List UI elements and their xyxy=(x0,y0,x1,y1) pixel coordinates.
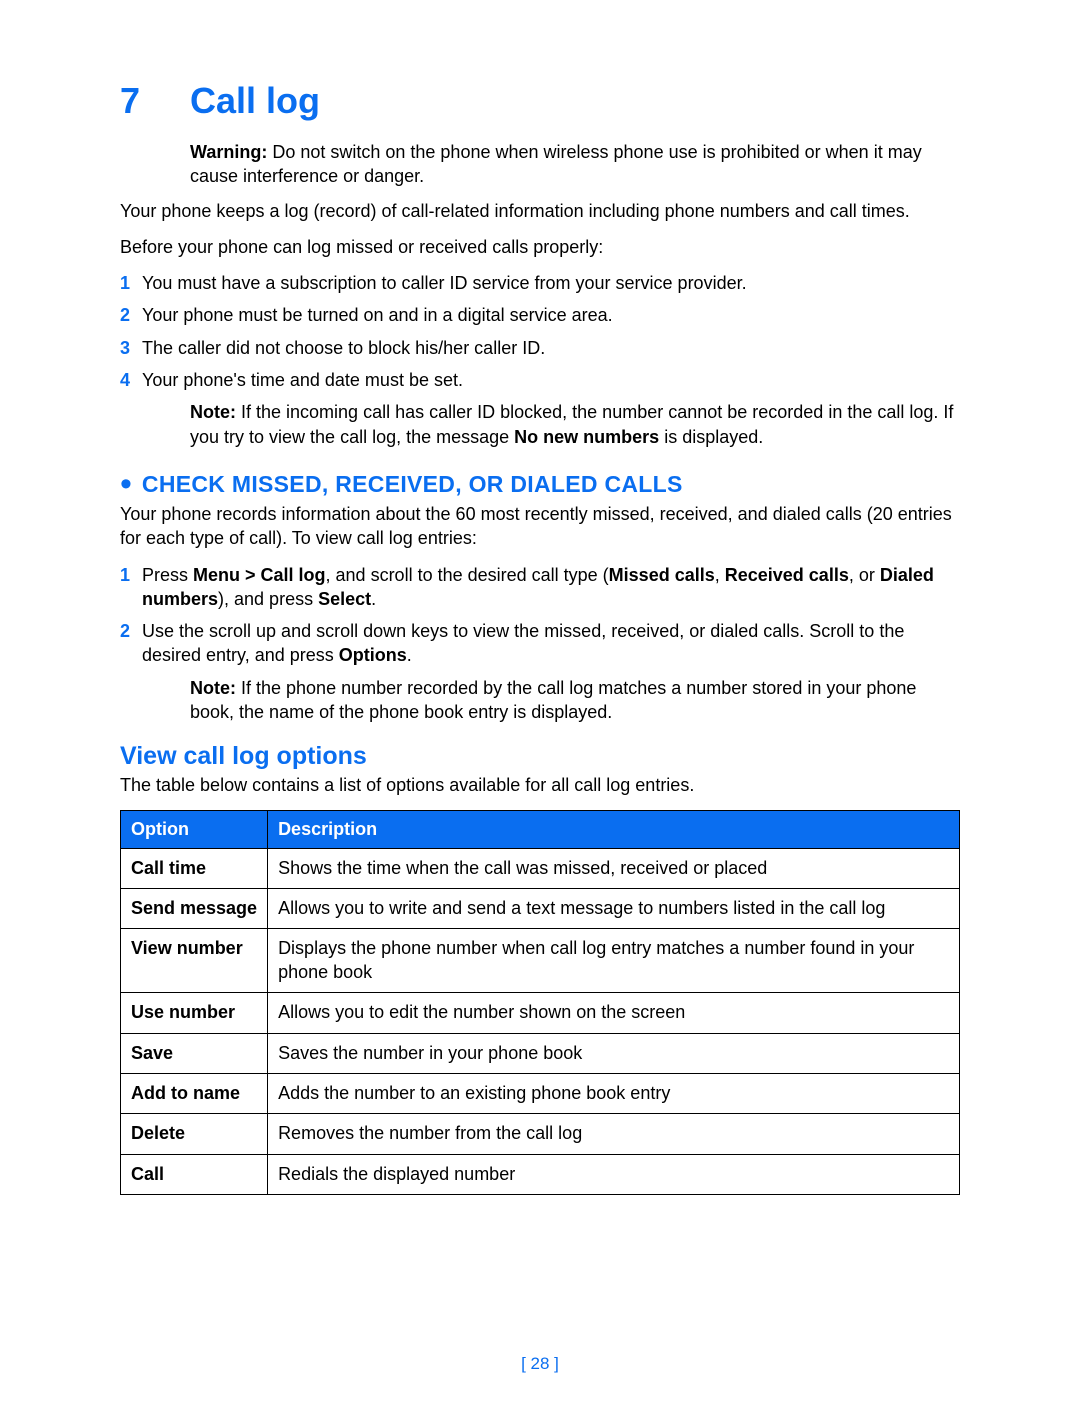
item-number: 2 xyxy=(120,303,142,327)
intro-paragraph-1: Your phone keeps a log (record) of call-… xyxy=(120,199,960,223)
table-header-description: Description xyxy=(268,810,960,848)
table-header-row: Option Description xyxy=(121,810,960,848)
steps-list: 1 Press Menu > Call log, and scroll to t… xyxy=(120,563,960,668)
prerequisites-list: 1You must have a subscription to caller … xyxy=(120,271,960,392)
item-text: Your phone's time and date must be set. xyxy=(142,368,463,392)
list-item: 3The caller did not choose to block his/… xyxy=(120,336,960,360)
item-text: Your phone must be turned on and in a di… xyxy=(142,303,613,327)
list-item: 1 Press Menu > Call log, and scroll to t… xyxy=(120,563,960,612)
warning-text: Do not switch on the phone when wireless… xyxy=(190,142,922,186)
item-text: The caller did not choose to block his/h… xyxy=(142,336,545,360)
option-description: Shows the time when the call was missed,… xyxy=(268,848,960,888)
item-number: 3 xyxy=(120,336,142,360)
section-title: CHECK MISSED, RECEIVED, OR DIALED CALLS xyxy=(142,471,683,498)
page-number: [ 28 ] xyxy=(0,1354,1080,1374)
note-label: Note: xyxy=(190,402,236,422)
item-number: 2 xyxy=(120,619,142,668)
item-text: Use the scroll up and scroll down keys t… xyxy=(142,619,960,668)
list-item: 2 Use the scroll up and scroll down keys… xyxy=(120,619,960,668)
intro-paragraph-2: Before your phone can log missed or rece… xyxy=(120,235,960,259)
note-label: Note: xyxy=(190,678,236,698)
option-name: Add to name xyxy=(121,1073,268,1113)
chapter-number: 7 xyxy=(120,80,190,122)
chapter-title: Call log xyxy=(190,80,320,122)
option-name: Use number xyxy=(121,993,268,1033)
item-text: You must have a subscription to caller I… xyxy=(142,271,747,295)
option-description: Saves the number in your phone book xyxy=(268,1033,960,1073)
note-bold-term: No new numbers xyxy=(514,427,659,447)
option-name: Delete xyxy=(121,1114,268,1154)
table-row: View numberDisplays the phone number whe… xyxy=(121,929,960,993)
note-text: If the phone number recorded by the call… xyxy=(190,678,916,722)
option-name: Call time xyxy=(121,848,268,888)
table-header-option: Option xyxy=(121,810,268,848)
option-description: Removes the number from the call log xyxy=(268,1114,960,1154)
option-description: Adds the number to an existing phone boo… xyxy=(268,1073,960,1113)
list-item: 1You must have a subscription to caller … xyxy=(120,271,960,295)
item-number: 1 xyxy=(120,271,142,295)
option-name: Save xyxy=(121,1033,268,1073)
option-name: Send message xyxy=(121,889,268,929)
list-item: 2Your phone must be turned on and in a d… xyxy=(120,303,960,327)
options-table: Option Description Call timeShows the ti… xyxy=(120,810,960,1196)
table-row: Use numberAllows you to edit the number … xyxy=(121,993,960,1033)
section-intro: Your phone records information about the… xyxy=(120,502,960,551)
note-block-2: Note: If the phone number recorded by th… xyxy=(120,676,960,725)
subsection-title: View call log options xyxy=(120,742,960,771)
list-item: 4Your phone's time and date must be set. xyxy=(120,368,960,392)
table-row: CallRedials the displayed number xyxy=(121,1154,960,1194)
item-text: Press Menu > Call log, and scroll to the… xyxy=(142,563,960,612)
table-row: DeleteRemoves the number from the call l… xyxy=(121,1114,960,1154)
note-block-1: Note: If the incoming call has caller ID… xyxy=(120,400,960,449)
table-row: Send messageAllows you to write and send… xyxy=(121,889,960,929)
warning-block: Warning: Do not switch on the phone when… xyxy=(120,140,960,189)
option-description: Allows you to edit the number shown on t… xyxy=(268,993,960,1033)
table-row: Add to nameAdds the number to an existin… xyxy=(121,1073,960,1113)
section-heading: • CHECK MISSED, RECEIVED, OR DIALED CALL… xyxy=(120,471,960,498)
document-page: 7 Call log Warning: Do not switch on the… xyxy=(0,0,1080,1412)
table-row: Call timeShows the time when the call wa… xyxy=(121,848,960,888)
option-name: Call xyxy=(121,1154,268,1194)
table-row: SaveSaves the number in your phone book xyxy=(121,1033,960,1073)
item-number: 1 xyxy=(120,563,142,612)
option-description: Allows you to write and send a text mess… xyxy=(268,889,960,929)
note-text-part2: is displayed. xyxy=(659,427,763,447)
option-description: Redials the displayed number xyxy=(268,1154,960,1194)
warning-label: Warning: xyxy=(190,142,267,162)
subsection-intro: The table below contains a list of optio… xyxy=(120,773,960,797)
item-number: 4 xyxy=(120,368,142,392)
option-name: View number xyxy=(121,929,268,993)
option-description: Displays the phone number when call log … xyxy=(268,929,960,993)
chapter-heading: 7 Call log xyxy=(120,80,960,122)
